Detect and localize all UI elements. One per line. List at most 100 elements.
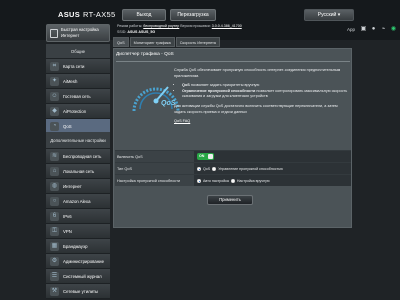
router-admin-page: ASUS RT-AX55 Выход Перезагрузка Русский ▾… [0,0,400,300]
quick-setup-button[interactable]: Быстрая настройка Интернет [46,24,110,42]
sidebar-item-label: Гостевая сеть [63,94,91,99]
sidebar-item-alexa[interactable]: ○ Amazon Alexa [46,194,110,209]
wireless-icon: ≋ [50,152,59,161]
bw-settings-label: Настройка пропускной способности [115,175,194,186]
sidebar: Быстрая настройка Интернет Общие ⌗ Карта с… [46,24,110,300]
general-section-header: Общие [46,44,110,58]
op-mode-link[interactable]: беспроводной роутер [143,24,179,28]
app-label: App [347,27,356,32]
ipv6-icon: 6 [50,212,59,221]
enable-qos-label: Включить QoS [115,151,194,162]
tab-traffic-monitor[interactable]: Мониторинг трафика [129,37,175,47]
sidebar-item-label: Брандмауэр [63,244,88,249]
admin-icon: ⚙ [50,257,59,266]
sidebar-item-shield[interactable]: ◆ AiProtection [46,104,110,119]
qr-code-icon[interactable]: ▣ [360,26,367,33]
advanced-section-header: Дополнительные настройки [46,132,110,148]
sidebar-item-label: Локальная сеть [63,169,95,174]
ssid-24: ASUS [127,29,138,34]
enable-qos-row: Включить QoS ON [115,150,351,162]
sidebar-item-aimesh[interactable]: ✦ AiMesh [46,74,110,89]
radio-bandwidth[interactable] [212,166,217,171]
lan-icon: ⌂ [50,167,59,176]
network-tools-icon: ⚒ [50,287,59,296]
sidebar-item-network-tools[interactable]: ⚒ Сетевые утилиты [46,284,110,299]
language-value: Русский [317,12,337,18]
radio-auto-label: Авто настройка [203,178,229,183]
qos-faq-link[interactable]: QoS FAQ [174,119,348,125]
vpn-icon: ⚿ [50,227,59,236]
tab-qos[interactable]: QoS [113,37,129,47]
guest-network-icon: ☺ [50,92,59,101]
reboot-button[interactable]: Перезагрузка [170,9,216,21]
quick-setup-label: Быстрая настройка Интернет [61,27,99,38]
qos-panel: Диспетчер трафика - QoS QoS Служба QoS о… [113,48,352,228]
note-text: Для активации службы QoS достаточно вклю… [174,103,338,114]
radio-manual-label: Настройка вручную [236,178,270,183]
qos-icon: ◔ [50,122,59,131]
network-map-icon: ⌗ [50,62,59,71]
intro-text: Служба QoS обеспечивает пропускную спосо… [174,68,341,78]
brand-name: ASUS [58,10,81,19]
qos-type-label: Тип QoS [115,163,194,174]
tab-bar: QoS Мониторинг трафика Скорость Интернет… [113,37,220,47]
qos-settings-table: Включить QoS ON Тип QoS QoS Управление п… [115,150,351,186]
sidebar-item-globe[interactable]: ◍ Интернет [46,179,110,194]
main-content: QoS Мониторинг трафика Скорость Интернет… [113,34,352,300]
sidebar-item-ipv6[interactable]: 6 IPv6 [46,209,110,224]
bw-settings-row: Настройка пропускной способности Авто на… [115,174,351,186]
firmware-link[interactable]: 3.0.0.4.386_41700 [212,24,242,28]
asus-logo: ASUS RT-AX55 [58,10,115,19]
sidebar-item-vpn[interactable]: ⚿ VPN [46,224,110,239]
logout-button[interactable]: Выход [122,9,166,21]
qos-description: Служба QoS обеспечивает пропускную спосо… [174,68,348,125]
apply-button[interactable]: Применить [207,195,253,205]
sidebar-item-admin[interactable]: ⚙ Администрирование [46,254,110,269]
toggle-knob [208,154,213,159]
sidebar-item-label: AiMesh [63,79,78,84]
page-title: Диспетчер трафика - QoS [116,52,174,57]
sidebar-item-label: IPv6 [63,214,72,219]
sidebar-item-label: Карта сети [63,64,85,69]
feature-list: QoS позволяет задать приоритеты вручную … [182,83,348,100]
title-divider [116,61,350,62]
sidebar-item-label: Системный журнал [63,274,102,279]
globe-icon: ◍ [50,182,59,191]
sidebar-item-lan[interactable]: ⌂ Локальная сеть [46,164,110,179]
sidebar-item-syslog[interactable]: ☰ Системный журнал [46,269,110,284]
radio-manual[interactable] [230,178,235,183]
op-mode-label: Режим работы: [117,24,143,28]
language-select[interactable]: Русский ▾ [304,9,354,21]
tab-speedtest[interactable]: Скорость Интернета [175,37,220,47]
radio-auto[interactable] [197,178,201,183]
firmware-label: Версия прошивки: [180,24,211,28]
ssid-label: SSID: [117,29,127,34]
sidebar-item-label: VPN [63,229,72,234]
alexa-icon: ○ [50,197,59,206]
enable-qos-toggle[interactable]: ON [197,153,214,160]
sidebar-item-label: Сетевые утилиты [63,289,99,294]
bullet-bandwidth: Ограничение пропускной способности позво… [182,89,348,100]
sidebar-item-guest-network[interactable]: ☺ Гостевая сеть [46,89,110,104]
syslog-icon: ☰ [50,272,59,281]
sidebar-item-label: Интернет [63,184,82,189]
ssid-5g: ASUS_5G [138,29,156,34]
wifi-icon[interactable]: ◉ [390,26,397,33]
qos-type-row: Тип QoS QoS Управление пропускной способ… [115,162,351,174]
model-name: RT-AX55 [83,10,116,19]
sidebar-item-label: Администрирование [63,259,104,264]
radio-qos-label: QoS [203,166,211,171]
header-icons: ▣ ● ⌁ ◉ [360,26,397,33]
sidebar-item-firewall[interactable]: ▦ Брандмауэр [46,239,110,254]
radio-qos[interactable] [197,166,201,171]
user-icon[interactable]: ● [370,26,377,33]
aimesh-icon: ✦ [50,77,59,86]
sidebar-item-label: Беспроводная сеть [63,154,102,159]
toggle-on-text: ON [199,154,205,158]
sidebar-item-network-map[interactable]: ⌗ Карта сети [46,59,110,74]
sidebar-item-wireless[interactable]: ≋ Беспроводная сеть [46,149,110,164]
shield-icon: ◆ [50,107,59,116]
sidebar-item-label: AiProtection [63,109,87,114]
usb-icon[interactable]: ⌁ [380,26,387,33]
quick-setup-icon [50,29,58,38]
